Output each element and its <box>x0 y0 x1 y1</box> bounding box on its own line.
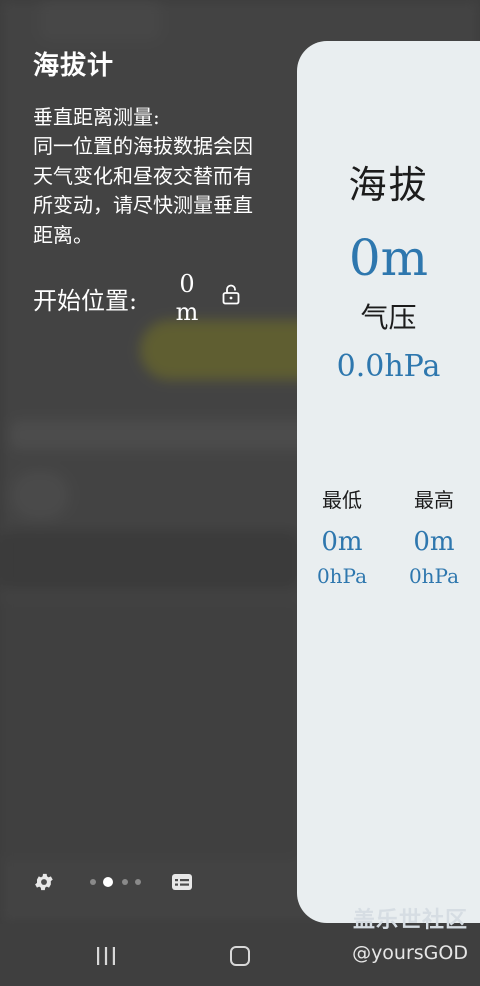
section-label: 垂直距离测量: <box>33 105 160 129</box>
page-dot-active <box>103 877 113 887</box>
watermark-brand: 盖乐世社区 <box>352 908 468 933</box>
reading-card[interactable]: 海拔 0m 气压 0.0hPa 最低 0m 0hPa 最高 0m 0hPa <box>297 41 480 923</box>
description-text: 同一位置的海拔数据会因天气变化和昼夜交替而有所变动，请尽快测量垂直距离。 <box>33 134 253 247</box>
altitude-value: 0m <box>348 229 429 287</box>
unlock-icon[interactable] <box>221 283 241 305</box>
start-position-unit: m <box>175 298 199 326</box>
max-label: 最高 <box>414 488 454 512</box>
max-pressure: 0hPa <box>408 564 460 588</box>
pressure-label: 气压 <box>360 301 417 334</box>
watermark-user: @yoursGOD <box>352 942 468 964</box>
info-panel: 海拔计 垂直距离测量: 同一位置的海拔数据会因天气变化和昼夜交替而有所变动，请尽… <box>33 46 273 250</box>
min-label: 最低 <box>322 488 362 512</box>
pressure-value: 0.0hPa <box>336 349 441 384</box>
start-position-row: 开始位置: 0 m <box>33 270 273 340</box>
altitude-label: 海拔 <box>348 163 429 207</box>
max-altitude: 0m <box>413 527 455 557</box>
recents-icon[interactable] <box>95 946 117 966</box>
app-title: 海拔计 <box>33 51 115 81</box>
page-indicator <box>90 876 146 888</box>
start-position-label: 开始位置: <box>33 287 138 315</box>
min-stats: 最低 0m 0hPa <box>302 485 382 590</box>
min-pressure: 0hPa <box>316 564 368 588</box>
start-position-value: 0 m <box>172 270 202 326</box>
start-position-number: 0 <box>179 270 195 298</box>
min-altitude: 0m <box>321 527 363 557</box>
gear-icon[interactable] <box>33 871 55 893</box>
page-dot <box>90 879 96 885</box>
card-icon[interactable] <box>171 872 193 892</box>
page-dot <box>135 879 141 885</box>
max-stats: 最高 0m 0hPa <box>394 485 474 590</box>
page-dot <box>122 879 128 885</box>
reading-card-content: 海拔 0m 气压 0.0hPa 最低 0m 0hPa 最高 0m 0hPa <box>297 41 480 923</box>
home-icon[interactable] <box>229 945 251 967</box>
